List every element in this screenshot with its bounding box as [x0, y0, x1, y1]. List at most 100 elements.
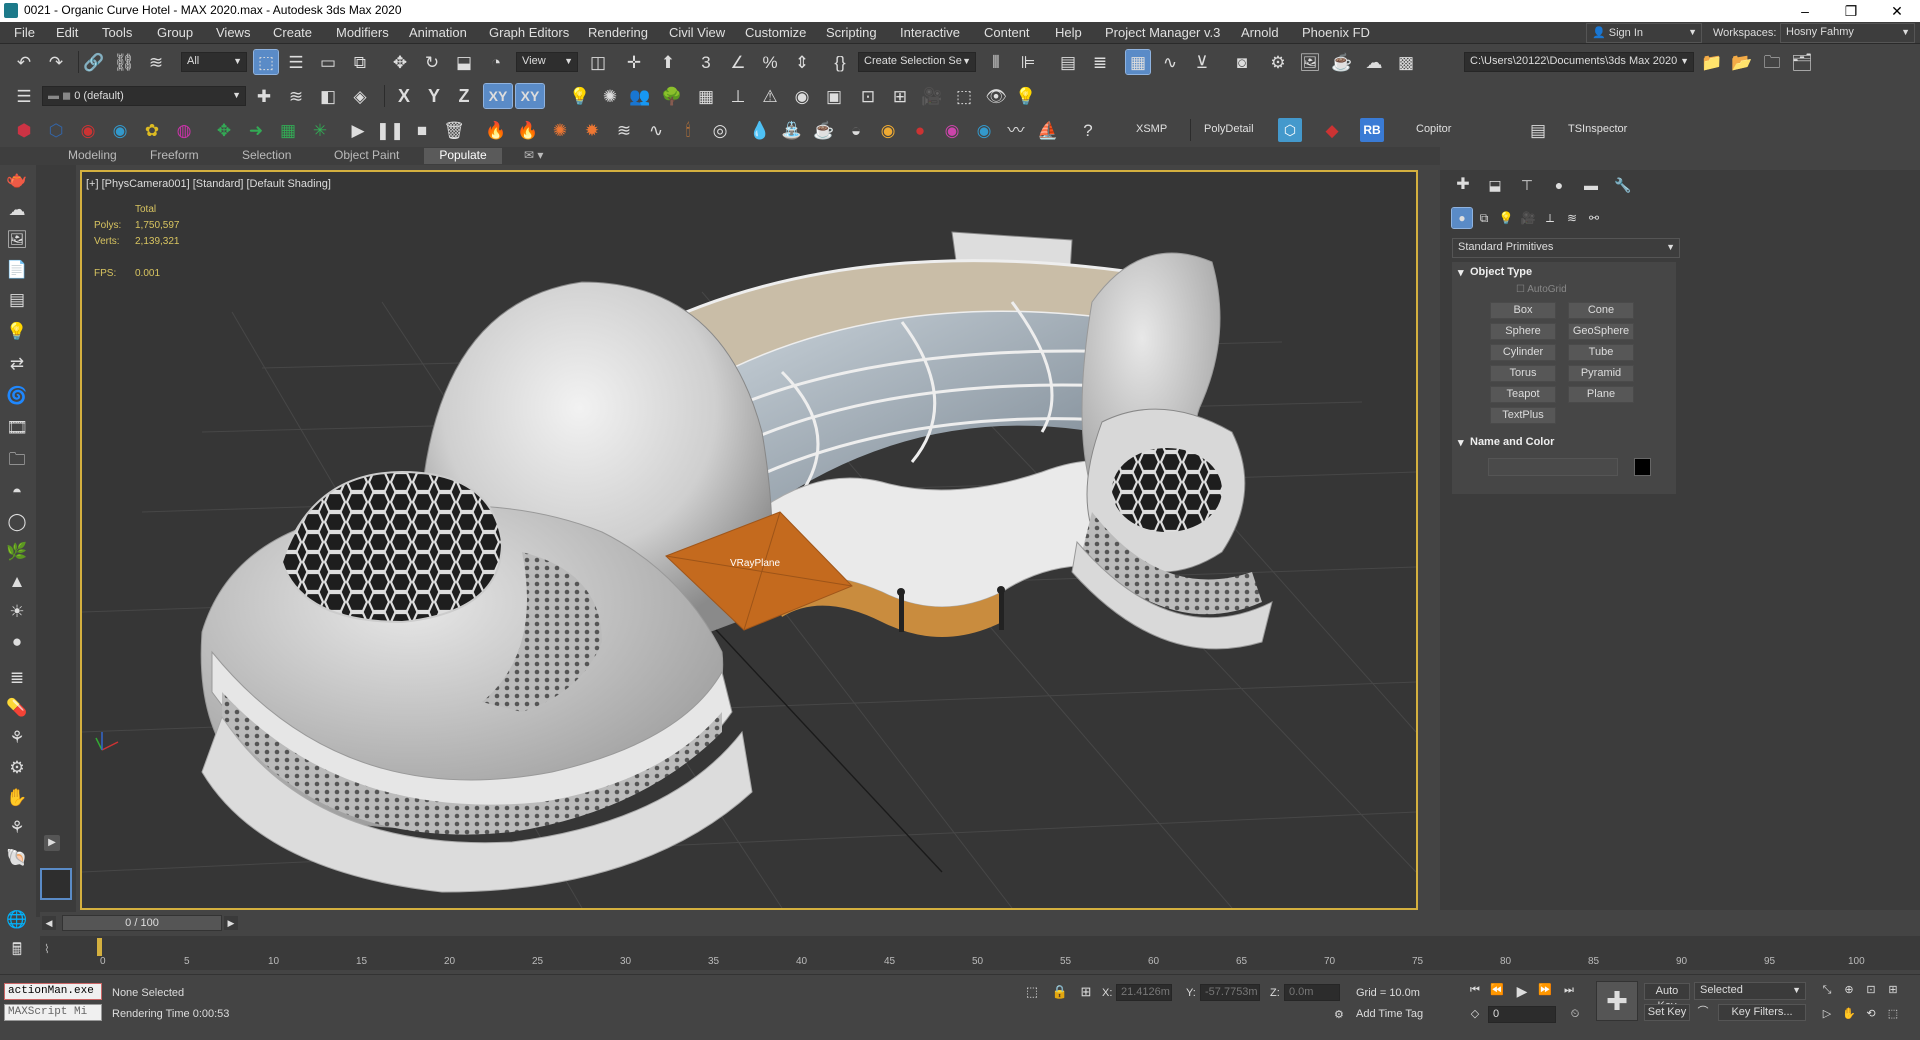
cloud-icon[interactable]: ☁ — [5, 197, 29, 221]
menu-edit[interactable]: Edit — [56, 25, 78, 40]
object-type-header[interactable]: Object Type — [1470, 266, 1532, 278]
particle-icon[interactable]: ✿ — [140, 118, 164, 142]
cup-icon[interactable]: ☕ — [812, 118, 836, 142]
list-icon[interactable]: ▤ — [5, 287, 29, 311]
scale-icon[interactable]: ⬓ — [452, 50, 476, 74]
zoom-extents-icon[interactable]: ⊡ — [1862, 981, 1880, 999]
turbulence-icon[interactable]: ∿ — [644, 118, 668, 142]
cameras-icon[interactable]: 🎥 — [1518, 208, 1538, 228]
name-and-color-toggle[interactable]: ▾ — [1458, 436, 1464, 449]
bulb-icon[interactable]: 💡 — [1014, 84, 1038, 108]
tab-populate[interactable]: Populate — [424, 148, 502, 164]
x-coordinate-field[interactable]: 21.4126m — [1116, 984, 1172, 1001]
camera-icon[interactable]: 🎥 — [920, 84, 944, 108]
menu-content[interactable]: Content — [984, 25, 1030, 40]
systems-icon[interactable]: ⚯ — [1584, 208, 1604, 228]
object-name-input[interactable] — [1488, 458, 1618, 476]
named-selection-set-dropdown[interactable]: Create Selection Se ▼ — [858, 52, 976, 72]
set-keys-icon[interactable]: ✚ — [1596, 981, 1638, 1021]
wave-icon[interactable]: 〰 — [1004, 118, 1028, 142]
space-warps-icon[interactable]: ≋ — [1562, 208, 1582, 228]
axis-x-button[interactable]: X — [392, 84, 416, 108]
modify-tab-icon[interactable]: ⬓ — [1484, 174, 1506, 196]
vray-icon[interactable]: ⬡ — [1278, 118, 1302, 142]
name-and-color-header[interactable]: Name and Color — [1470, 436, 1554, 448]
render-view-icon[interactable]: ◉ — [790, 84, 814, 108]
add-to-layer-icon[interactable]: ≋ — [284, 84, 308, 108]
edit-named-selection-icon[interactable]: {} — [828, 50, 852, 74]
menu-create[interactable]: Create — [273, 25, 312, 40]
network-icon[interactable]: ⚘ — [5, 725, 29, 749]
grid-distribute-icon[interactable]: ▦ — [276, 118, 300, 142]
rotate-icon[interactable]: ↻ — [420, 50, 444, 74]
pivot-center-icon[interactable]: ◫ — [586, 50, 610, 74]
axis-y-button[interactable]: Y — [422, 84, 446, 108]
play-animation-icon[interactable]: ▶ — [1512, 981, 1532, 1001]
curve-editor-mini-icon[interactable]: ⌇ — [44, 942, 50, 956]
zoom-extents-all-icon[interactable]: ⊞ — [1884, 981, 1902, 999]
axis-xy-cycle-button[interactable]: XY — [515, 83, 545, 109]
plant-icon[interactable]: 🌳 — [660, 84, 684, 108]
magnet-icon[interactable]: ◍ — [172, 118, 196, 142]
layer-dropdown[interactable]: ▬ ◼ 0 (default) ▼ — [42, 86, 246, 106]
expand-arrow-icon[interactable]: ▶ — [44, 835, 60, 851]
minimize-button[interactable]: – — [1782, 0, 1828, 22]
xsmp-button[interactable]: XSMP — [1136, 123, 1167, 135]
menu-arnold[interactable]: Arnold — [1241, 25, 1279, 40]
vortex-icon[interactable]: ◎ — [708, 118, 732, 142]
absolute-mode-icon[interactable]: ⊞ — [1076, 981, 1096, 1001]
schematic-view-icon[interactable]: ⊻ — [1190, 50, 1214, 74]
safe-frame-icon[interactable]: ⊞ — [888, 84, 912, 108]
time-slider[interactable]: 0 / 100 — [62, 915, 222, 931]
go-to-start-icon[interactable]: ⏮ — [1466, 981, 1484, 999]
next-frame-icon[interactable]: ▶ — [224, 916, 238, 930]
smoke-icon[interactable]: ✺ — [548, 118, 572, 142]
ocean-icon[interactable]: ◉ — [972, 118, 996, 142]
maxscript-mini-listener[interactable]: MAXScript Mi — [4, 1004, 102, 1021]
boat-icon[interactable]: ⛵ — [1036, 118, 1060, 142]
axis-xy-button[interactable]: XY — [483, 83, 513, 109]
project-settings-icon[interactable]: 🗂 — [1790, 50, 1814, 74]
tsinspector-icon[interactable]: ▤ — [1526, 118, 1550, 142]
red-sphere-icon[interactable]: ● — [908, 118, 932, 142]
disc-icon[interactable]: ● — [5, 629, 29, 653]
key-filters-button[interactable]: Key Filters... — [1718, 1004, 1806, 1021]
new-project-icon[interactable]: 🗀 — [1760, 50, 1784, 74]
keyboard-shortcut-override-icon[interactable]: ⬆ — [656, 50, 680, 74]
viewport-layout-thumbnail[interactable] — [40, 868, 72, 900]
tab-selection[interactable]: Selection — [234, 148, 299, 164]
vray-table-icon[interactable]: ▦ — [694, 84, 718, 108]
region-icon[interactable]: ⬚ — [952, 84, 976, 108]
select-manipulate-icon[interactable]: ✛ — [622, 50, 646, 74]
utilities-tab-icon[interactable]: 🔧 — [1612, 174, 1634, 196]
shuffle-icon[interactable]: ⇄ — [5, 351, 29, 375]
selection-filter-dropdown[interactable]: All ▼ — [181, 52, 247, 72]
display-tab-icon[interactable]: ▬ — [1580, 174, 1602, 196]
curve-editor-icon[interactable]: ∿ — [1158, 50, 1182, 74]
box-button[interactable]: Box — [1490, 302, 1556, 319]
previous-frame-icon[interactable]: ◀ — [42, 916, 56, 930]
hair-icon[interactable]: ⚘ — [5, 815, 29, 839]
key-selection-dropdown[interactable]: Selected ▼ — [1694, 982, 1806, 1000]
time-configuration-icon[interactable]: ⏲ — [1566, 1005, 1584, 1023]
frame-icon[interactable]: ⊡ — [856, 84, 880, 108]
cube-icon[interactable]: ⬡ — [44, 118, 68, 142]
restore-button[interactable]: ❐ — [1828, 0, 1874, 22]
plant-icon[interactable]: 🌿 — [5, 539, 29, 563]
project-folder-dropdown[interactable]: C:\Users\20122\Documents\3ds Max 2020 ▼ — [1464, 52, 1694, 72]
select-in-layer-icon[interactable]: ◧ — [316, 84, 340, 108]
lights-icon[interactable]: 💡 — [1496, 208, 1516, 228]
snaps-toggle-icon[interactable]: 3 — [694, 50, 718, 74]
a360-gallery-icon[interactable]: ▩ — [1394, 50, 1418, 74]
dome-icon[interactable]: ◓ — [5, 479, 29, 503]
undo-icon[interactable]: ↶ — [12, 50, 36, 74]
redo-icon[interactable]: ↷ — [44, 50, 68, 74]
sphere-button[interactable]: Sphere — [1490, 323, 1556, 340]
trash-icon[interactable]: 🗑 — [442, 118, 466, 142]
menu-graph-editors[interactable]: Graph Editors — [489, 25, 569, 40]
render-production-icon[interactable]: ☕ — [1330, 50, 1354, 74]
stairs-icon[interactable]: ≣ — [5, 665, 29, 689]
play-icon[interactable]: ▶ — [346, 118, 370, 142]
swirl-icon[interactable]: 🌀 — [5, 383, 29, 407]
wind-icon[interactable]: ≋ — [612, 118, 636, 142]
